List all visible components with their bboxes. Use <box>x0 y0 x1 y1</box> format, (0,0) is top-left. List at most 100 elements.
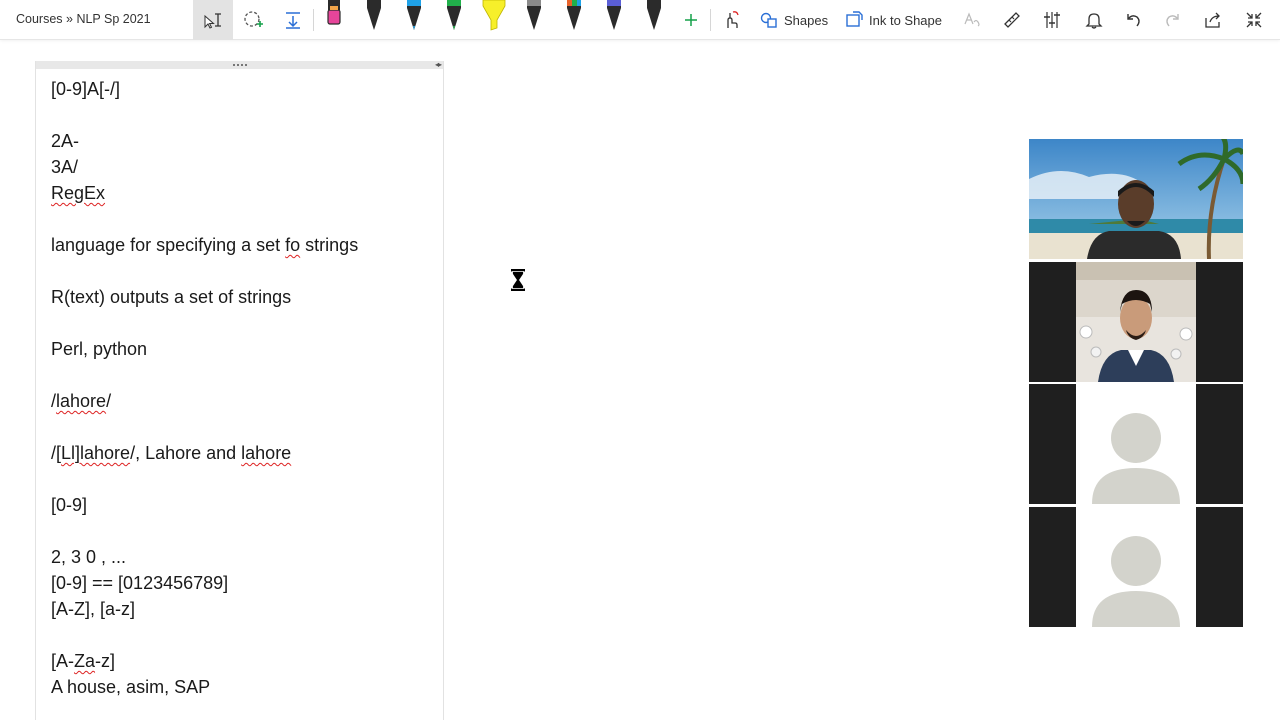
note-line[interactable] <box>51 102 358 128</box>
participant-video-tile[interactable] <box>1029 139 1243 259</box>
note-text-segment: / <box>106 391 112 411</box>
share-icon <box>1205 12 1220 28</box>
participant-video-tile[interactable] <box>1029 384 1243 504</box>
pen-icon <box>447 0 461 30</box>
toolbar-separator <box>313 9 314 31</box>
ruler-icon <box>1004 12 1020 28</box>
participant-image <box>1076 262 1196 382</box>
pen-icon <box>527 0 541 30</box>
note-line[interactable]: [0-9]A[-/] <box>51 76 358 102</box>
add-pen-button[interactable] <box>680 0 702 40</box>
misspelled-word: Za <box>74 651 96 671</box>
pen-icon <box>367 0 381 30</box>
note-line[interactable]: A house, asim, SAP <box>51 674 358 700</box>
misspelled-word: lahore <box>241 443 292 463</box>
redo-button[interactable] <box>1161 0 1185 40</box>
note-line[interactable]: 3A/ <box>51 154 358 180</box>
lasso-select-button[interactable] <box>193 0 233 40</box>
note-container[interactable]: ◂▸ [0-9]A[-/] 2A- 3A/RegEx language for spe… <box>35 61 444 720</box>
breadcrumb[interactable]: Courses » NLP Sp 2021 <box>16 12 151 26</box>
misspelled-word: lahore <box>56 391 107 411</box>
participant-video-beach <box>1029 139 1243 259</box>
pen-tool-black[interactable] <box>363 0 385 34</box>
pen-tool-gray[interactable] <box>523 0 545 34</box>
add-space-button[interactable] <box>280 0 306 40</box>
note-line[interactable]: /[Ll]lahore/, Lahore and lahore <box>51 440 358 466</box>
sliders-icon <box>1044 12 1060 28</box>
plus-icon <box>685 14 697 26</box>
undo-icon <box>1127 14 1140 27</box>
note-text-segment: -z] <box>95 651 116 671</box>
ink-to-shape-icon <box>846 11 863 27</box>
misspelled-word: Ll]lahore <box>61 443 131 463</box>
pen-tool-dark[interactable] <box>643 0 665 34</box>
resize-handle-icon[interactable]: ◂▸ <box>435 61 442 69</box>
settings-sliders-button[interactable] <box>1040 0 1064 40</box>
share-button[interactable] <box>1201 0 1225 40</box>
note-text[interactable]: [0-9]A[-/] 2A- 3A/RegEx language for specif… <box>51 76 358 700</box>
highlighter-icon <box>482 0 506 31</box>
shapes-icon <box>760 12 777 28</box>
ink-to-text-button[interactable] <box>960 0 984 40</box>
misspelled-word: fo <box>285 235 301 255</box>
note-text-segment: language for specifying a set <box>51 235 286 255</box>
participant-video-indoor <box>1076 262 1196 382</box>
ink-to-text-icon <box>964 12 980 27</box>
note-line[interactable]: language for specifying a set fo strings <box>51 232 358 258</box>
note-line[interactable]: [0-9] <box>51 492 358 518</box>
touch-draw-icon <box>727 11 739 28</box>
participant-video-tile[interactable] <box>1029 262 1243 382</box>
note-line[interactable]: [A-Z], [a-z] <box>51 596 358 622</box>
lasso-add-button[interactable] <box>240 0 266 40</box>
note-line[interactable] <box>51 310 358 336</box>
note-line[interactable] <box>51 518 358 544</box>
notifications-button[interactable] <box>1082 0 1106 40</box>
note-text-segment: strings <box>300 235 359 255</box>
bell-icon <box>1085 13 1103 29</box>
note-line[interactable]: Perl, python <box>51 336 358 362</box>
note-line[interactable]: 2, 3 0 , ... <box>51 544 358 570</box>
participant-avatar <box>1076 507 1196 627</box>
note-line[interactable]: 2A- <box>51 128 358 154</box>
note-line[interactable]: [0-9] == [0123456789] <box>51 570 358 596</box>
hourglass-cursor-icon <box>511 269 525 291</box>
lasso-icon <box>244 11 263 27</box>
undo-button[interactable] <box>1121 0 1145 40</box>
ink-to-shape-button[interactable]: Ink to Shape <box>845 0 942 40</box>
select-text-icon <box>204 13 221 29</box>
highlighter-tool-yellow[interactable] <box>481 0 507 34</box>
eraser-icon <box>327 0 341 25</box>
shapes-button[interactable]: Shapes <box>760 0 828 40</box>
pen-tool-blue[interactable] <box>403 0 425 34</box>
note-line[interactable] <box>51 622 358 648</box>
ink-to-shape-label: Ink to Shape <box>869 12 942 28</box>
note-line[interactable]: RegEx <box>51 180 358 206</box>
ruler-button[interactable] <box>1000 0 1024 40</box>
pen-icon <box>567 0 581 30</box>
misspelled-word: RegEx <box>51 183 106 203</box>
note-line[interactable] <box>51 206 358 232</box>
pen-tool-green[interactable] <box>443 0 465 34</box>
pen-tool-pink[interactable] <box>323 0 345 34</box>
shapes-label: Shapes <box>784 12 829 28</box>
note-line[interactable] <box>51 362 358 388</box>
collapse-icon <box>1246 12 1262 28</box>
note-drag-handle[interactable]: ◂▸ <box>36 61 443 69</box>
ink-replay-button[interactable] <box>718 0 744 40</box>
note-text-segment: /, Lahore and <box>130 443 242 463</box>
note-line[interactable] <box>51 258 358 284</box>
add-space-icon <box>286 12 300 29</box>
collapse-fullscreen-button[interactable] <box>1242 0 1266 40</box>
note-line[interactable]: [A-Za-z] <box>51 648 358 674</box>
pen-tool-galaxy[interactable] <box>603 0 625 34</box>
note-line[interactable]: R(text) outputs a set of strings <box>51 284 358 310</box>
pen-tool-rainbow[interactable] <box>563 0 585 34</box>
note-line[interactable] <box>51 466 358 492</box>
pen-icon <box>407 0 421 30</box>
note-line[interactable]: /lahore/ <box>51 388 358 414</box>
participant-video-tile[interactable] <box>1029 507 1243 627</box>
note-text-segment: /[ <box>51 443 62 463</box>
grip-icon <box>233 64 247 66</box>
note-line[interactable] <box>51 414 358 440</box>
redo-icon <box>1166 14 1179 27</box>
